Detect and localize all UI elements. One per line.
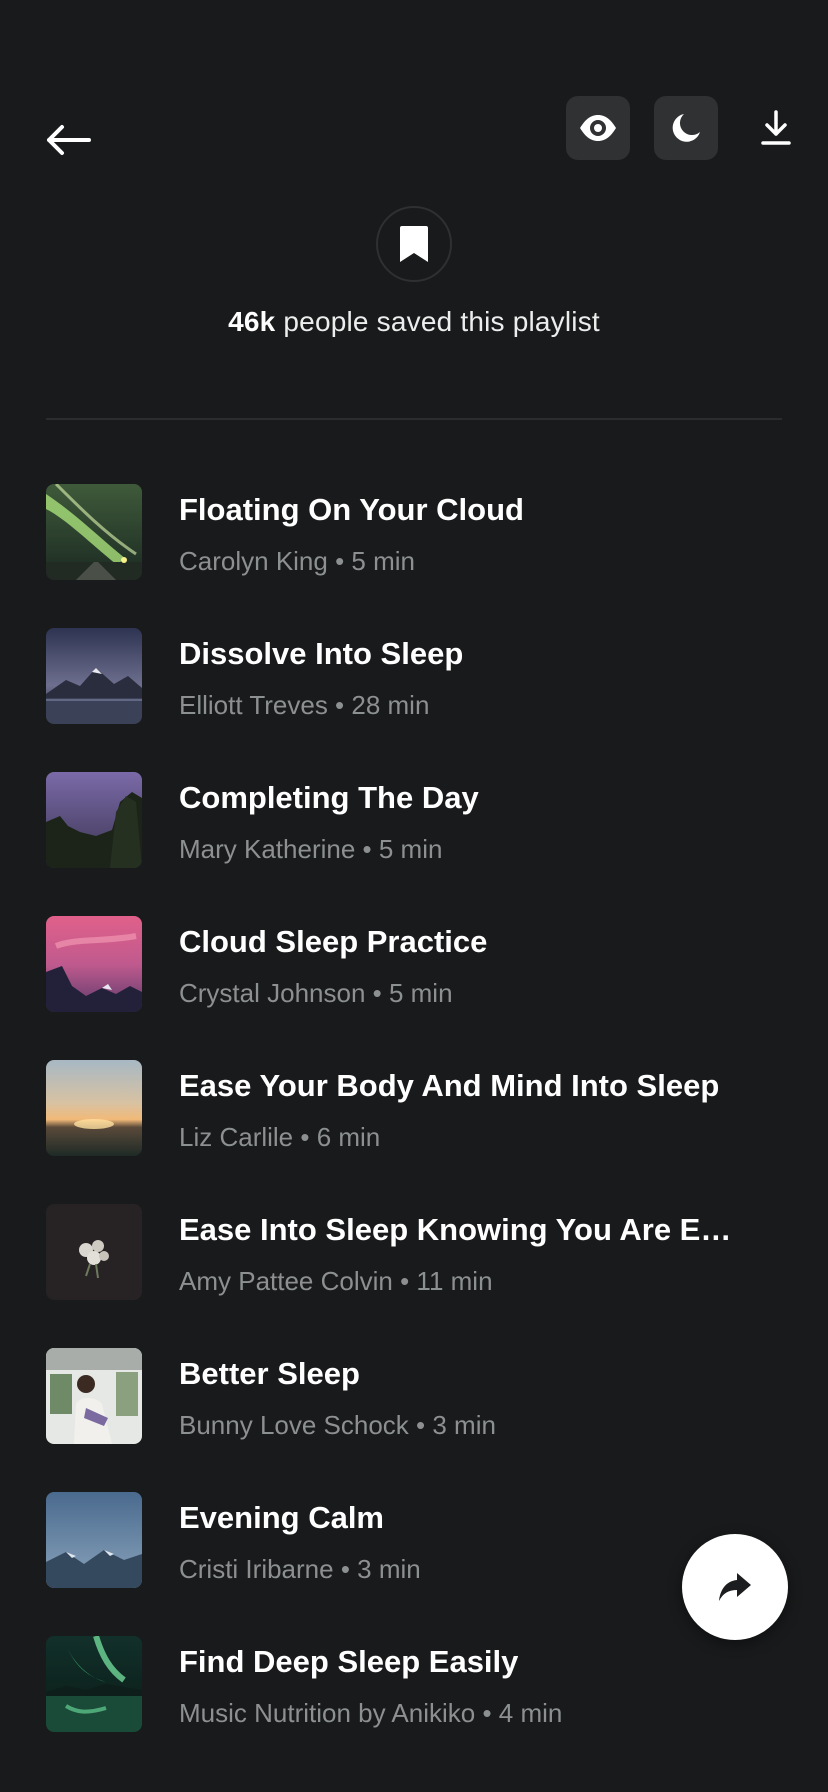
bookmark-icon — [400, 226, 428, 262]
track-thumbnail — [46, 1492, 142, 1588]
moon-icon — [672, 114, 700, 142]
track-item[interactable]: Find Deep Sleep Easily Music Nutrition b… — [0, 1636, 828, 1780]
save-playlist-button[interactable] — [376, 206, 452, 282]
track-item[interactable]: Ease Your Body And Mind Into Sleep Liz C… — [0, 1060, 828, 1204]
track-thumbnail — [46, 1348, 142, 1444]
track-thumbnail — [46, 484, 142, 580]
back-button[interactable] — [40, 116, 96, 164]
track-item[interactable]: Ease Into Sleep Knowing You Are Enou... … — [0, 1204, 828, 1348]
track-item[interactable]: Completing The Day Mary Katherine • 5 mi… — [0, 772, 828, 916]
share-button[interactable] — [682, 1534, 788, 1640]
saved-label: people saved this playlist — [275, 306, 600, 337]
track-meta: Bunny Love Schock • 3 min — [179, 1410, 496, 1440]
track-thumbnail — [46, 628, 142, 724]
track-meta: Elliott Treves • 28 min — [179, 690, 430, 720]
track-thumbnail — [46, 916, 142, 1012]
divider — [46, 418, 782, 420]
save-block: 46k people saved this playlist — [0, 206, 828, 338]
track-title: Ease Into Sleep Knowing You Are Enou... — [179, 1212, 739, 1247]
share-arrow-icon — [719, 1573, 751, 1601]
saved-count: 46k — [228, 306, 276, 337]
arrow-left-icon — [47, 125, 91, 155]
track-meta: Carolyn King • 5 min — [179, 546, 415, 576]
track-title: Ease Your Body And Mind Into Sleep — [179, 1068, 720, 1103]
track-meta: Mary Katherine • 5 min — [179, 834, 443, 864]
saved-count-text: 46k people saved this playlist — [0, 306, 828, 338]
track-meta: Liz Carlile • 6 min — [179, 1122, 381, 1152]
download-icon — [761, 110, 791, 145]
playlist-screen: 46k people saved this playlist Floating … — [0, 0, 828, 1792]
eye-icon — [580, 115, 616, 141]
track-thumbnail — [46, 1204, 142, 1300]
track-title: Better Sleep — [179, 1356, 360, 1391]
track-item[interactable]: Floating On Your Cloud Carolyn King • 5 … — [0, 484, 828, 628]
track-thumbnail — [46, 1636, 142, 1732]
track-thumbnail — [46, 1060, 142, 1156]
sleep-mode-button[interactable] — [654, 96, 718, 160]
download-button[interactable] — [748, 104, 804, 152]
track-title: Evening Calm — [179, 1500, 384, 1535]
track-item[interactable]: Dissolve Into Sleep Elliott Treves • 28 … — [0, 628, 828, 772]
track-title: Completing The Day — [179, 780, 479, 815]
track-title: Find Deep Sleep Easily — [179, 1644, 519, 1679]
track-meta: Crystal Johnson • 5 min — [179, 978, 453, 1008]
visibility-toggle-button[interactable] — [566, 96, 630, 160]
track-title: Cloud Sleep Practice — [179, 924, 488, 959]
track-item[interactable]: Better Sleep Bunny Love Schock • 3 min — [0, 1348, 828, 1492]
track-meta: Amy Pattee Colvin • 11 min — [179, 1266, 493, 1296]
track-meta: Cristi Iribarne • 3 min — [179, 1554, 421, 1584]
track-title: Floating On Your Cloud — [179, 492, 524, 527]
track-item[interactable]: Cloud Sleep Practice Crystal Johnson • 5… — [0, 916, 828, 1060]
track-title: Dissolve Into Sleep — [179, 636, 464, 671]
track-meta: Music Nutrition by Anikiko • 4 min — [179, 1698, 563, 1728]
track-thumbnail — [46, 772, 142, 868]
